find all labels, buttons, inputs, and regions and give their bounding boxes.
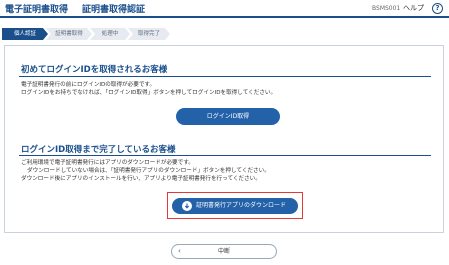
screen-id: BSMS001: [372, 5, 401, 12]
header-bar: 電子証明書取得 証明書取得認証 BSMS001 ヘルプ ?: [0, 0, 449, 18]
section-title-completed: ログインID取得まで完了しているお客様: [21, 145, 176, 155]
section1-text-2: ログインIDをお持ちでなければ、「ログインID取得」ボタンを押してログインIDを…: [21, 90, 277, 96]
cloud-download-icon: [182, 201, 192, 211]
app-download-button[interactable]: 証明書発行アプリのダウンロード: [172, 198, 298, 214]
chevron-left-icon: ‹: [178, 247, 181, 255]
cancel-label: 中断: [217, 248, 230, 255]
step-1: 個人認証: [2, 28, 48, 40]
section-divider: [19, 76, 431, 77]
step-2: 証明書取得: [46, 28, 92, 40]
app-title: 電子証明書取得: [5, 5, 69, 15]
help-link[interactable]: ヘルプ: [403, 3, 424, 13]
login-id-acquire-button[interactable]: ログインID取得: [176, 108, 280, 125]
step-4: 取得完了: [128, 28, 170, 40]
main-panel: 初めてログインIDを取得されるお客様 電子証明書発行の前にログインIDの取得が必…: [4, 45, 444, 233]
section-title-first-time: 初めてログインIDを取得されるお客様: [21, 65, 168, 75]
step-3: 処理中: [90, 28, 130, 40]
help-icon[interactable]: ?: [432, 3, 443, 14]
section2-text-3: ダウンロード後にアプリのインストールを行い、アプリより電子証明書発行を行ってくだ…: [21, 176, 261, 182]
cancel-button[interactable]: ‹ 中断: [171, 244, 277, 259]
app-download-label: 証明書発行アプリのダウンロード: [196, 202, 287, 209]
screen-title: 証明書取得認証: [82, 5, 146, 15]
download-highlight-box: 証明書発行アプリのダウンロード: [167, 192, 303, 219]
section-divider: [19, 155, 431, 156]
